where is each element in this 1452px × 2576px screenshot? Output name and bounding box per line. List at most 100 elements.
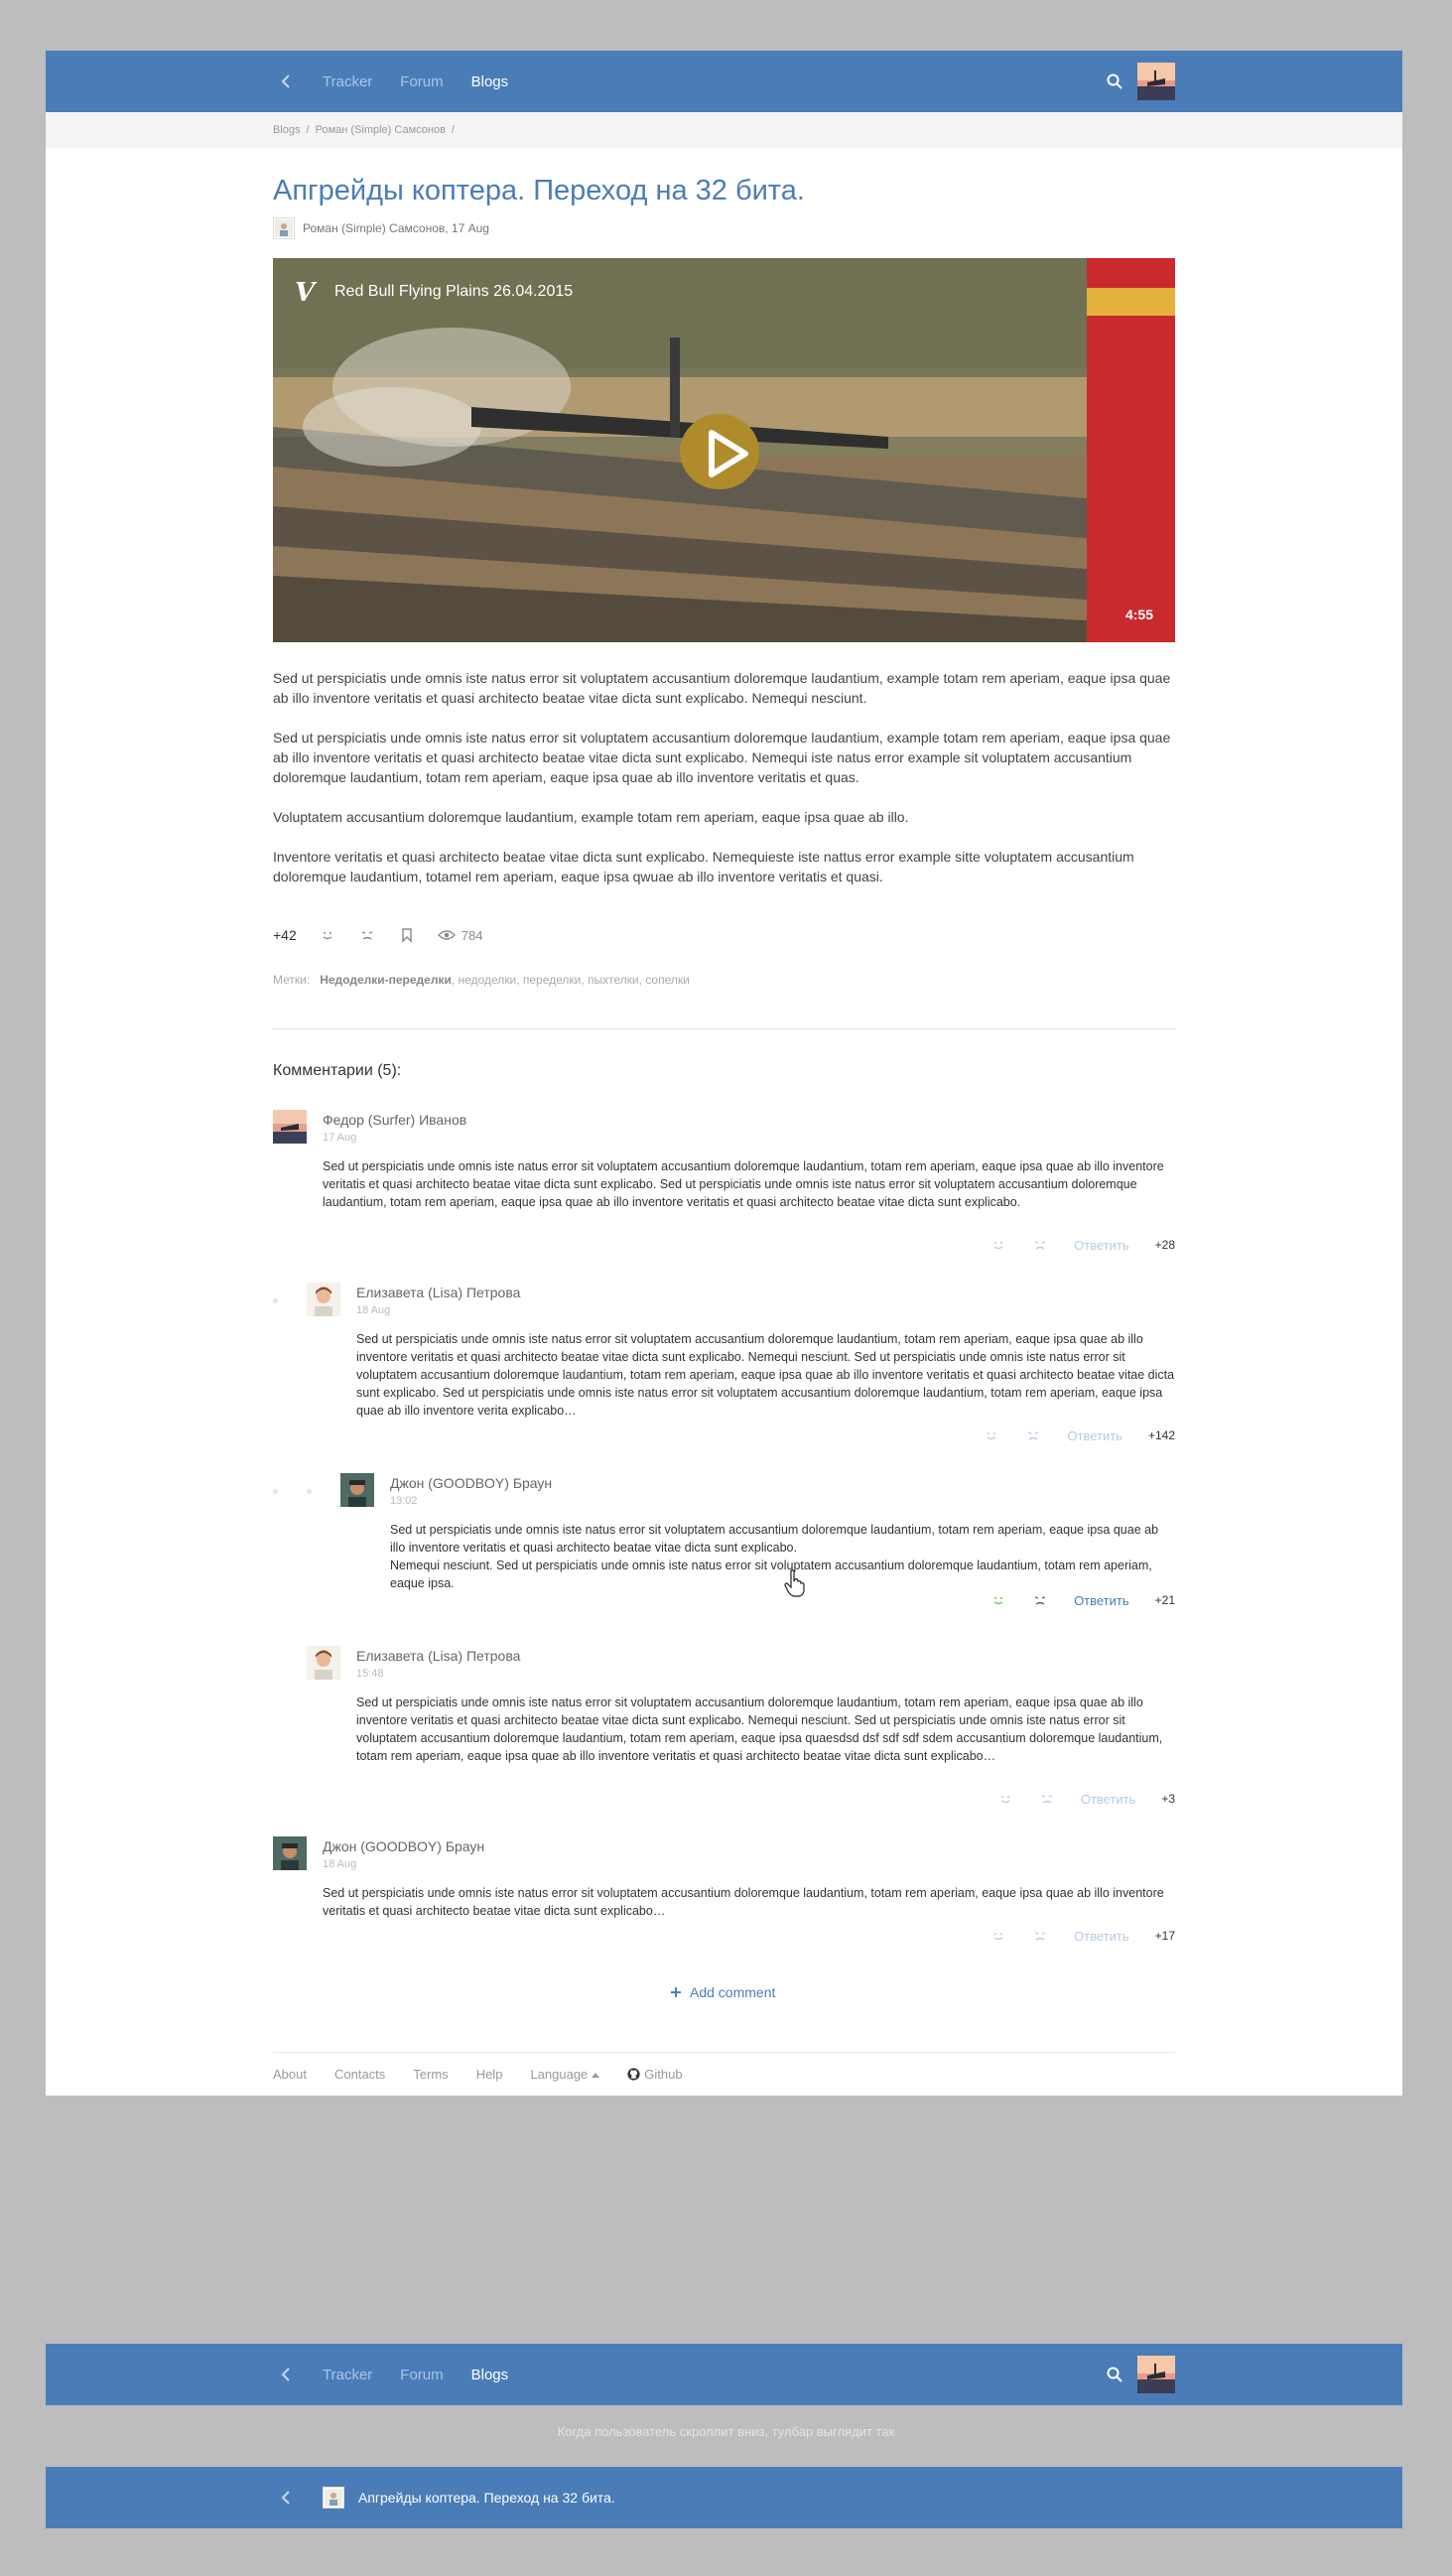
github-label: Github (644, 2067, 683, 2082)
video-player[interactable]: V Red Bull Flying Plains 26.04.2015 4:55 (273, 258, 1175, 642)
comment-text-line: Sed ut perspiciatis unde omnis iste natu… (390, 1523, 1159, 1555)
reply-link[interactable]: Ответить (1067, 1428, 1122, 1443)
thread-depth-dot (307, 1489, 312, 1494)
video-title[interactable]: Red Bull Flying Plains 26.04.2015 (334, 283, 573, 301)
commenter-name[interactable]: Федор (Surfer) Иванов (323, 1112, 466, 1128)
commenter-name[interactable]: Елизавета (Lisa) Петрова (356, 1285, 520, 1300)
frown-icon[interactable] (1032, 1237, 1048, 1253)
footer-links: About Contacts Terms Help Language Githu… (273, 2067, 683, 2082)
top-navbar: Tracker Forum Blogs (46, 51, 1402, 112)
post-score: +42 (273, 927, 297, 943)
commenter-avatar[interactable] (340, 1473, 374, 1507)
eye-icon (437, 930, 456, 940)
nav-blogs[interactable]: Blogs (471, 73, 509, 90)
commenter-avatar[interactable] (273, 1110, 307, 1144)
author-avatar[interactable] (273, 217, 295, 239)
search-button[interactable] (1106, 72, 1125, 92)
post-meta: Роман (Simple) Самсонов, 17 Aug (273, 217, 489, 239)
breadcrumb-separator: / (306, 124, 310, 136)
bookmark-button[interactable] (398, 926, 416, 944)
comment: Елизавета (Lisa) Петрова 18 Aug Sed ut p… (307, 1283, 1175, 1451)
post-paragraph: Sed ut perspiciatis unde omnis iste natu… (273, 730, 1171, 785)
frown-icon (361, 931, 372, 940)
main-nav: Tracker Forum Blogs (323, 51, 508, 112)
comment: Федор (Surfer) Иванов 17 Aug Sed ut pers… (273, 1110, 1175, 1259)
search-button[interactable] (1106, 2366, 1125, 2385)
scroll-caption: Когда пользователь скроллит вниз, тулбар… (557, 2424, 895, 2439)
toolbar-variant-scrolled: Апгрейды коптера. Переход на 32 бита. (46, 2467, 1402, 2528)
user-avatar[interactable] (1137, 63, 1175, 100)
scrolled-title-text[interactable]: Апгрейды коптера. Переход на 32 бита. (358, 2490, 615, 2506)
comment-actions: Ответить +17 (990, 1928, 1175, 1944)
author-avatar[interactable] (323, 2487, 344, 2508)
views-count: 784 (461, 927, 483, 943)
back-button[interactable] (273, 2362, 299, 2387)
github-icon (627, 2068, 640, 2081)
frown-icon[interactable] (1032, 1928, 1048, 1944)
caret-up-icon (592, 2072, 600, 2078)
comment-actions: Ответить +142 (984, 1427, 1175, 1443)
post-actions: +42 784 (273, 926, 482, 944)
comment: Елизавета (Lisa) Петрова 15:48 Sed ut pe… (307, 1646, 1175, 1815)
footer-about[interactable]: About (273, 2067, 307, 2082)
footer-help[interactable]: Help (476, 2067, 503, 2082)
search-icon (1107, 2367, 1122, 2382)
downvote-button[interactable] (358, 926, 376, 944)
breadcrumb-author[interactable]: Роман (Simple) Самсонов (316, 124, 446, 136)
frown-icon[interactable] (1039, 1791, 1055, 1807)
hand-cursor-icon (784, 1569, 805, 1597)
smile-icon[interactable] (990, 1592, 1006, 1608)
play-icon[interactable] (690, 419, 759, 488)
comment-text: Sed ut perspiciatis unde omnis iste natu… (356, 1332, 1175, 1418)
tag-list[interactable]: , недоделки, переделки, пыхтелки, сопелк… (452, 973, 690, 987)
language-label: Language (530, 2067, 589, 2082)
breadcrumb-blogs[interactable]: Blogs (273, 124, 301, 136)
smile-icon[interactable] (990, 1237, 1006, 1253)
reply-link[interactable]: Ответить (1074, 1238, 1129, 1253)
comment-date: 13:02 (390, 1495, 418, 1507)
vimeo-logo: V (295, 278, 316, 308)
post-paragraph: Sed ut perspiciatis unde omnis iste natu… (273, 670, 1171, 706)
comment-text: Sed ut perspiciatis unde omnis iste natu… (356, 1695, 1163, 1763)
back-button[interactable] (273, 68, 299, 94)
toolbar-variant-default: Tracker Forum Blogs (46, 2344, 1402, 2405)
reply-link[interactable]: Ответить (1074, 1929, 1129, 1944)
tag-main[interactable]: Недоделки-переделки (320, 973, 452, 987)
footer-divider (273, 2052, 1175, 2053)
nav-tracker[interactable]: Tracker (323, 73, 372, 90)
post-author-date[interactable]: Роман (Simple) Самсонов, 17 Aug (303, 221, 489, 235)
nav-forum[interactable]: Forum (400, 2367, 443, 2383)
comments-title: Комментарии (5): (273, 1062, 402, 1079)
reply-link[interactable]: Ответить (1081, 1792, 1136, 1807)
commenter-avatar[interactable] (307, 1283, 340, 1316)
nav-tracker[interactable]: Tracker (323, 2367, 372, 2383)
smile-icon[interactable] (984, 1427, 999, 1443)
footer-contacts[interactable]: Contacts (334, 2067, 385, 2082)
footer-terms[interactable]: Terms (413, 2067, 448, 2082)
frown-icon[interactable] (1025, 1427, 1041, 1443)
nav-blogs[interactable]: Blogs (471, 2367, 509, 2383)
commenter-name[interactable]: Джон (GOODBOY) Браун (390, 1475, 552, 1491)
search-icon (1107, 73, 1122, 89)
commenter-avatar[interactable] (307, 1646, 340, 1680)
user-avatar[interactable] (1137, 2356, 1175, 2393)
frown-icon[interactable] (1032, 1592, 1048, 1608)
smile-icon[interactable] (997, 1791, 1013, 1807)
comment-date: 17 Aug (323, 1132, 357, 1144)
comment-date: 18 Aug (356, 1304, 391, 1316)
upvote-button[interactable] (319, 926, 336, 944)
back-button[interactable] (273, 2485, 299, 2510)
nav-forum[interactable]: Forum (400, 73, 443, 90)
commenter-avatar[interactable] (273, 1836, 307, 1870)
commenter-name[interactable]: Елизавета (Lisa) Петрова (356, 1648, 520, 1664)
footer-github[interactable]: Github (627, 2067, 683, 2082)
footer-language[interactable]: Language (530, 2067, 600, 2082)
reply-link[interactable]: Ответить (1074, 1593, 1129, 1608)
post-body: Sed ut perspiciatis unde omnis iste natu… (273, 668, 1175, 906)
breadcrumb: Blogs / Роман (Simple) Самсонов / (46, 112, 1402, 148)
add-comment-button[interactable]: Add comment (670, 1984, 775, 2000)
smile-icon[interactable] (990, 1928, 1006, 1944)
comment-text: Sed ut perspiciatis unde omnis iste natu… (323, 1886, 1164, 1918)
commenter-name[interactable]: Джон (GOODBOY) Браун (323, 1838, 484, 1854)
thread-depth-dot (273, 1298, 278, 1303)
